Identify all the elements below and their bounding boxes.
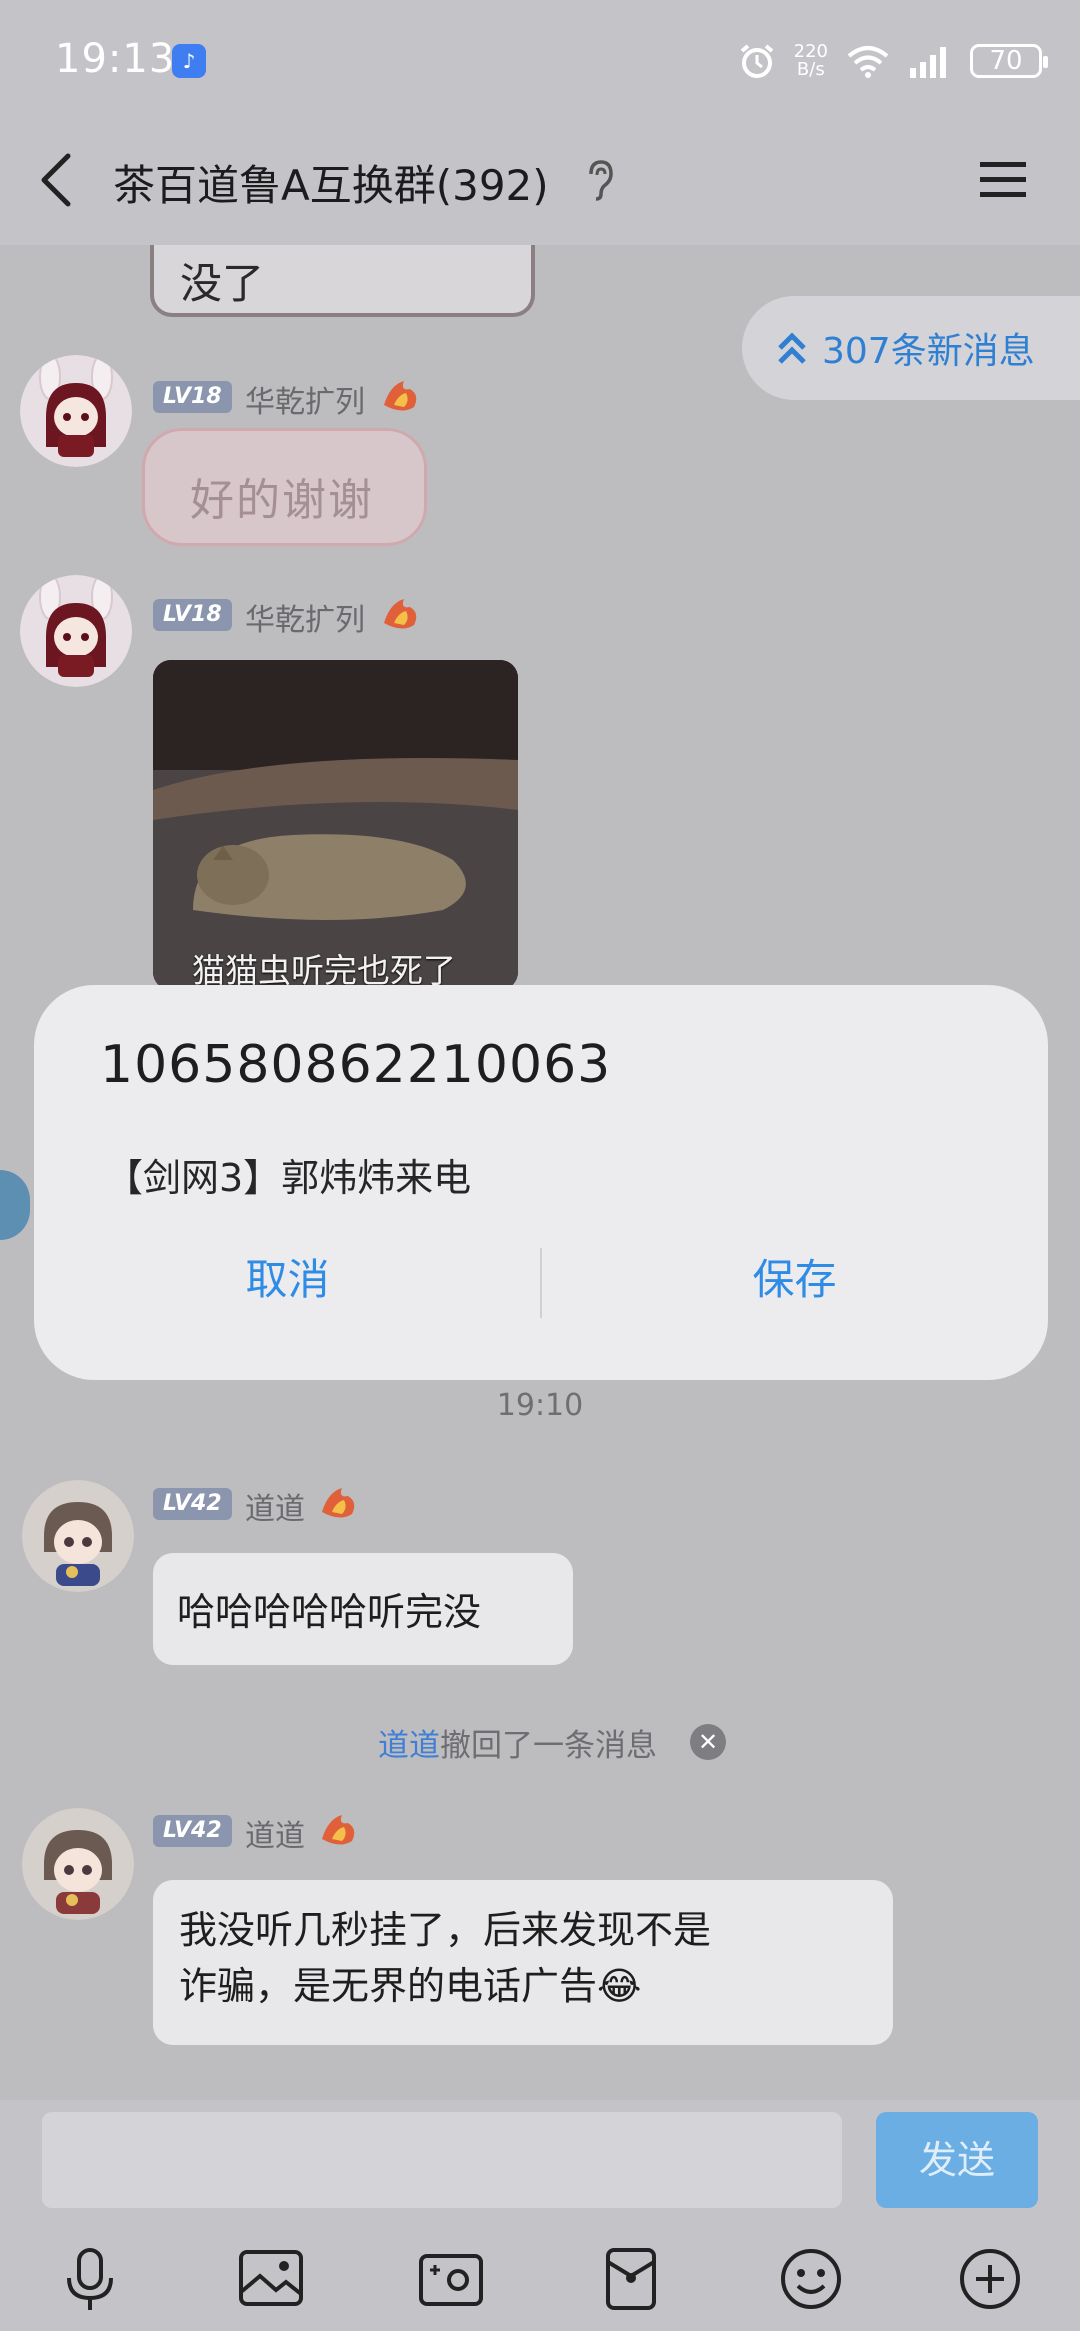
camera-icon[interactable]	[416, 2246, 486, 2312]
level-badge: LV42	[153, 1488, 232, 1520]
dialog-message: 【剑网3】郭炜炜来电	[105, 1156, 472, 1200]
sticker-text: 好的谢谢	[190, 475, 374, 526]
avatar[interactable]	[20, 355, 132, 467]
new-messages-count: 307条新消息	[822, 331, 1035, 372]
photo-message[interactable]	[153, 660, 518, 990]
message-line: 我没听几秒挂了，后来发现不是	[179, 1908, 712, 1952]
sticker-text: 没了	[180, 259, 265, 308]
status-indicators: 220 B/s 70	[738, 36, 1048, 86]
fire-icon	[322, 1488, 355, 1518]
battery-icon: 70	[970, 44, 1048, 78]
wifi-icon	[847, 46, 889, 78]
menu-icon[interactable]	[978, 158, 1028, 202]
alarm-icon	[740, 44, 773, 78]
message-line: 诈骗，是无界的电话广告😂	[179, 1964, 642, 2008]
red-packet-icon[interactable]	[596, 2246, 666, 2312]
status-time: 19:13	[55, 36, 176, 82]
fire-icon	[384, 381, 417, 411]
recall-name[interactable]: 道道	[378, 1728, 440, 1764]
net-speed-unit: B/s	[796, 59, 825, 80]
recall-text: 撤回了一条消息	[440, 1728, 657, 1764]
double-chevron-up-icon	[778, 332, 806, 364]
sender-name[interactable]: 华乾扩列	[245, 595, 365, 639]
sender-name[interactable]: 道道	[245, 1484, 305, 1528]
net-speed: 220 B/s	[794, 43, 828, 79]
plus-icon[interactable]	[955, 2246, 1025, 2312]
message-timestamp: 19:10	[496, 1388, 584, 1423]
sender-name[interactable]: 道道	[245, 1811, 305, 1855]
avatar[interactable]	[22, 1808, 134, 1920]
microphone-icon[interactable]	[55, 2246, 125, 2312]
fire-icon	[322, 1815, 355, 1845]
save-button[interactable]: 保存	[541, 1245, 1048, 1315]
message-bubble[interactable]: 我没听几秒挂了，后来发现不是 诈骗，是无界的电话广告😂	[153, 1880, 893, 2045]
dialog-phone-number: 106580862210063	[100, 1035, 612, 1095]
recall-notice: 道道撤回了一条消息	[378, 1720, 657, 1765]
sender-name[interactable]: 华乾扩列	[245, 377, 365, 421]
image-icon[interactable]	[236, 2246, 306, 2312]
group-title[interactable]: 茶百道鲁A互换群(392)	[113, 152, 549, 213]
new-messages-button[interactable]: 307条新消息	[742, 296, 1080, 400]
ear-icon	[589, 160, 613, 201]
send-button[interactable]: 发送	[876, 2112, 1038, 2208]
fire-icon	[384, 599, 417, 629]
close-icon[interactable]: ✕	[690, 1724, 726, 1760]
voice-notification-icon: ♪	[172, 44, 206, 78]
level-badge: LV18	[153, 381, 232, 413]
emoji-icon[interactable]	[776, 2246, 846, 2312]
avatar[interactable]	[20, 575, 132, 687]
chat-screen: 19:13 ♪ 220 B/s 70 茶百道鲁A互换群(392) 没了 307条…	[0, 0, 1080, 2331]
message-input[interactable]	[42, 2112, 842, 2208]
back-arrow-icon[interactable]	[34, 150, 84, 210]
message-bubble[interactable]: 哈哈哈哈哈听完没	[153, 1553, 573, 1665]
avatar[interactable]	[22, 1480, 134, 1592]
level-badge: LV42	[153, 1815, 232, 1847]
cancel-button[interactable]: 取消	[34, 1245, 541, 1315]
signal-icon	[910, 47, 946, 78]
level-badge: LV18	[153, 599, 232, 631]
